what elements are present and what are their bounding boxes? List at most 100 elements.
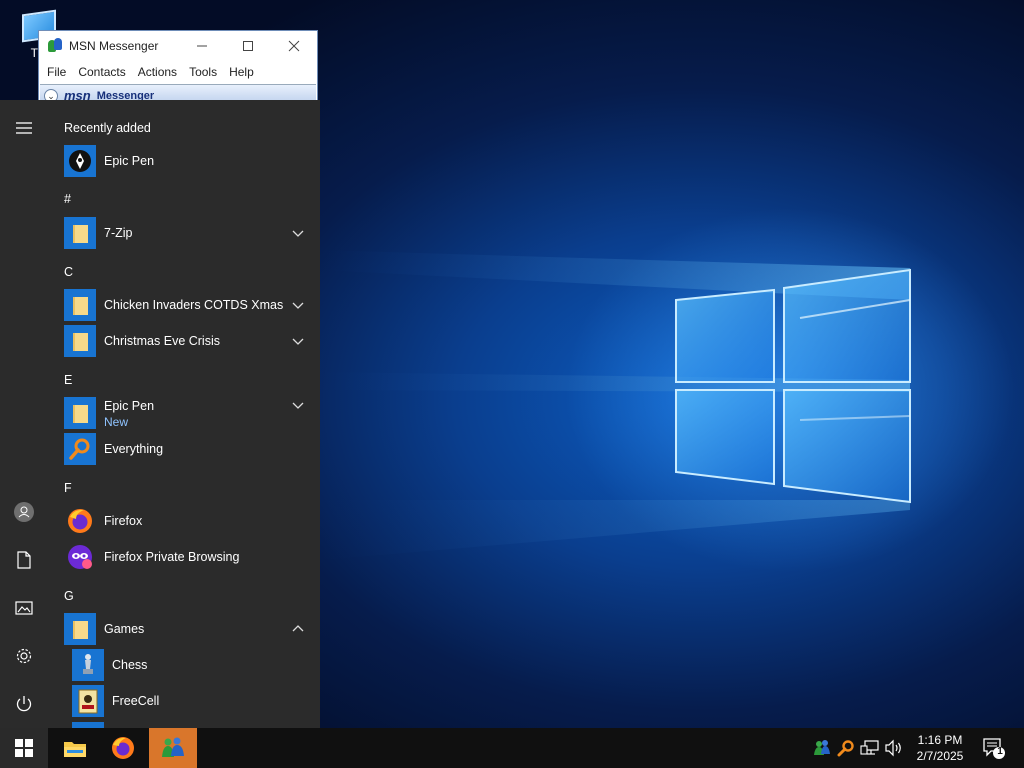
windows-start-icon	[15, 739, 33, 757]
minimize-button[interactable]	[179, 31, 225, 61]
taskbar: 1:16 PM 2/7/2025 1	[0, 728, 1024, 768]
msn-tray-icon	[814, 740, 830, 755]
menu-file[interactable]: File	[41, 65, 72, 79]
menu-actions[interactable]: Actions	[132, 65, 183, 79]
section-header-c[interactable]: C	[64, 265, 73, 279]
app-label: Firefox	[104, 514, 143, 528]
folder-tile	[64, 289, 96, 321]
section-header-f[interactable]: F	[64, 481, 72, 495]
folder-tile	[64, 217, 96, 249]
app-label: Epic Pen	[104, 154, 155, 168]
folder-tile	[64, 397, 96, 429]
minimize-icon	[197, 45, 207, 47]
msn-buddy-icon	[47, 38, 63, 54]
list-item-freecell[interactable]: FreeCell	[72, 683, 312, 719]
tray-everything[interactable]	[836, 738, 856, 758]
app-label: Chess	[112, 658, 148, 672]
everything-tray-icon	[837, 740, 854, 757]
app-label: FreeCell	[112, 694, 160, 708]
menu-contacts[interactable]: Contacts	[72, 65, 131, 79]
close-button[interactable]	[271, 31, 317, 61]
firefox-private-tile	[64, 541, 96, 573]
power-icon	[16, 696, 32, 712]
chevron-down-icon[interactable]	[292, 335, 304, 347]
system-clock[interactable]: 1:16 PM 2/7/2025	[906, 732, 974, 764]
everything-search-icon	[69, 438, 90, 460]
app-list: Recently added Epic Pen # 7-Zip C Chicke…	[48, 100, 320, 728]
folder-tile	[64, 325, 96, 357]
list-item-epic-pen-folder[interactable]: Epic Pen New	[64, 395, 312, 431]
documents-icon	[17, 551, 31, 569]
folder-icon	[73, 225, 88, 243]
list-item-epic-pen-recent[interactable]: Epic Pen	[64, 143, 312, 179]
menu-help[interactable]: Help	[223, 65, 260, 79]
notification-count: 1	[997, 746, 1003, 757]
taskbar-firefox[interactable]	[100, 728, 146, 768]
msn-messenger-window[interactable]: MSN Messenger File Contacts Actions Tool…	[38, 30, 318, 104]
app-label: Epic Pen	[104, 399, 155, 413]
taskbar-msn-messenger[interactable]	[149, 728, 197, 768]
user-avatar-icon	[14, 502, 34, 522]
app-label: Everything	[104, 442, 164, 456]
chevron-down-icon[interactable]	[292, 227, 304, 239]
expand-menu-button[interactable]	[0, 104, 48, 152]
section-header-hash[interactable]: #	[64, 192, 71, 206]
maximize-button[interactable]	[225, 31, 271, 61]
epic-pen-tile	[64, 145, 96, 177]
folder-icon	[73, 621, 88, 639]
folder-icon	[73, 333, 88, 351]
firefox-private-icon	[68, 545, 92, 569]
power-button[interactable]	[0, 680, 48, 728]
epic-pen-icon	[69, 150, 91, 172]
freecell-icon	[78, 689, 98, 714]
maximize-icon	[243, 41, 253, 51]
app-label: 7-Zip	[104, 226, 133, 240]
list-item-firefox[interactable]: Firefox	[64, 503, 312, 539]
list-item-chess[interactable]: Chess	[72, 647, 312, 683]
taskbar-file-explorer[interactable]	[52, 728, 98, 768]
start-menu: Recently added Epic Pen # 7-Zip C Chicke…	[0, 100, 320, 728]
menu-tools[interactable]: Tools	[183, 65, 223, 79]
everything-tile	[64, 433, 96, 465]
firefox-icon	[68, 509, 92, 533]
list-item-christmas-eve-crisis[interactable]: Christmas Eve Crisis	[64, 323, 312, 359]
action-center-button[interactable]: 1	[982, 736, 1006, 760]
list-item-games-folder[interactable]: Games	[64, 611, 312, 647]
title-bar[interactable]: MSN Messenger	[39, 31, 317, 61]
list-item-firefox-private[interactable]: Firefox Private Browsing	[64, 539, 312, 575]
tray-volume[interactable]	[884, 738, 904, 758]
chevron-down-icon[interactable]	[292, 299, 304, 311]
tray-msn[interactable]	[812, 738, 832, 758]
section-header-e[interactable]: E	[64, 373, 72, 387]
app-label: Firefox Private Browsing	[104, 550, 240, 564]
freecell-tile	[72, 685, 104, 717]
folder-icon	[73, 405, 88, 423]
clock-time: 1:16 PM	[917, 733, 963, 747]
volume-icon	[885, 739, 901, 757]
recently-added-heading: Recently added	[64, 121, 151, 135]
close-icon	[288, 40, 300, 52]
settings-button[interactable]	[0, 632, 48, 680]
network-icon	[860, 740, 879, 755]
clock-date: 2/7/2025	[916, 749, 964, 763]
window-title: MSN Messenger	[69, 39, 159, 53]
msn-messenger-icon	[162, 737, 184, 757]
app-label: Christmas Eve Crisis	[104, 334, 220, 348]
pictures-button[interactable]	[0, 584, 48, 632]
user-account-button[interactable]	[0, 488, 48, 536]
start-button[interactable]	[0, 728, 48, 768]
chevron-up-icon[interactable]	[292, 623, 304, 635]
app-label: Games	[104, 622, 145, 636]
documents-button[interactable]	[0, 536, 48, 584]
hamburger-menu-icon	[16, 122, 32, 134]
list-item-everything[interactable]: Everything	[64, 431, 312, 467]
section-header-g[interactable]: G	[64, 589, 74, 603]
menu-bar: File Contacts Actions Tools Help	[39, 61, 317, 83]
settings-gear-icon	[16, 648, 32, 664]
folder-icon	[73, 297, 88, 315]
list-item-chicken-invaders[interactable]: Chicken Invaders COTDS Xmas	[64, 287, 312, 323]
list-item-7zip[interactable]: 7-Zip	[64, 215, 312, 251]
tray-network[interactable]	[860, 738, 880, 758]
app-label: Chicken Invaders COTDS Xmas	[104, 298, 284, 312]
chevron-down-icon[interactable]	[292, 399, 304, 411]
